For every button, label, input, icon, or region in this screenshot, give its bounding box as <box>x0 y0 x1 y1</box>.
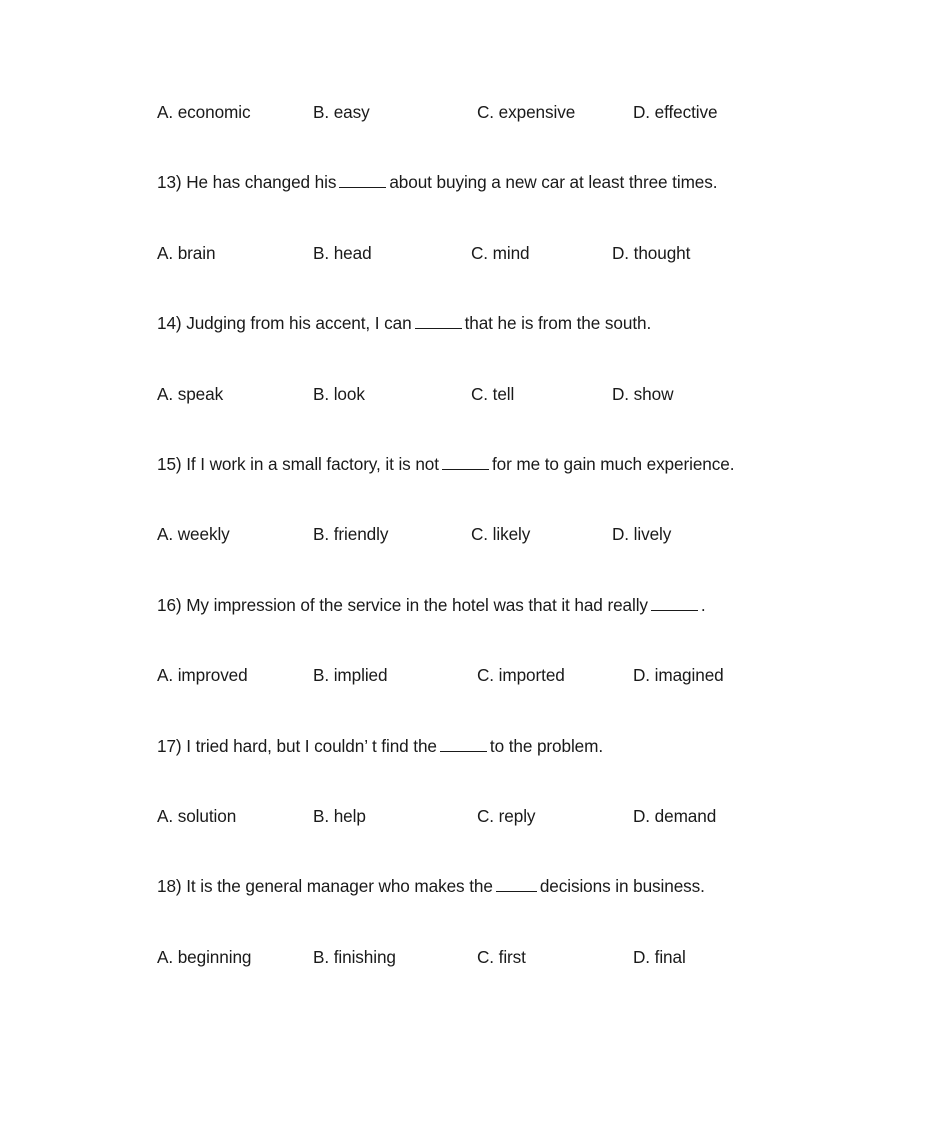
option-a[interactable]: A. improved <box>157 662 248 688</box>
question-16: 16) My impression of the service in the … <box>157 592 857 662</box>
option-d[interactable]: D. imagined <box>633 662 724 688</box>
question-text: 17) I tried hard, but I couldn’ t find t… <box>157 733 857 759</box>
answer-blank[interactable] <box>650 596 698 611</box>
question-13: 13) He has changed his about buying a new… <box>157 169 857 239</box>
question-stem-before: 18) It is the general manager who makes … <box>157 876 493 897</box>
option-a[interactable]: A. economic <box>157 99 251 125</box>
option-b[interactable]: B. easy <box>313 99 370 125</box>
question-stem-after: . <box>700 594 706 615</box>
question-stem-before: 17) I tried hard, but I couldn’ t find t… <box>157 735 437 756</box>
option-b[interactable]: B. head <box>313 240 372 266</box>
question-stem-before: 14) Judging from his accent, I can <box>157 313 412 334</box>
question-text: 16) My impression of the service in the … <box>157 592 857 618</box>
question-stem-before: 16) My impression of the service in the … <box>157 594 648 615</box>
option-group: A. improved B. implied C. imported D. imagi… <box>157 662 857 688</box>
answer-blank[interactable] <box>339 173 387 189</box>
option-b[interactable]: B. finishing <box>313 944 396 970</box>
question-14: 14) Judging from his accent, I can that h… <box>157 310 857 380</box>
option-c[interactable]: C. first <box>477 944 526 970</box>
question-stem-after: decisions in business. <box>539 876 705 897</box>
option-a[interactable]: A. beginning <box>157 944 251 970</box>
options-row-13: A. brain B. head C. mind D. thought <box>157 240 857 310</box>
option-group: A. brain B. head C. mind D. thought <box>157 240 857 266</box>
option-a[interactable]: A. weekly <box>157 521 230 547</box>
option-c[interactable]: C. mind <box>471 240 530 266</box>
answer-blank[interactable] <box>414 314 462 330</box>
option-d[interactable]: D. thought <box>612 240 690 266</box>
question-17: 17) I tried hard, but I couldn’ t find t… <box>157 733 857 803</box>
option-b[interactable]: B. look <box>313 381 365 407</box>
option-a[interactable]: A. speak <box>157 381 223 407</box>
option-group: A. weekly B. friendly C. likely D. lively <box>157 521 857 547</box>
answer-blank[interactable] <box>495 877 537 893</box>
options-row-16: A. improved B. implied C. imported D. imagi… <box>157 662 857 732</box>
option-group: A. economic B. easy C. expensive D. effecti… <box>157 99 857 125</box>
question-15: 15) If I work in a small factory, it is … <box>157 451 857 521</box>
question-stem-before: 13) He has changed his <box>157 172 337 193</box>
question-text: 15) If I work in a small factory, it is … <box>157 451 857 477</box>
option-c[interactable]: C. reply <box>477 803 536 829</box>
exam-content: A. economic B. easy C. expensive D. effecti… <box>157 99 857 1014</box>
answer-blank[interactable] <box>441 455 489 470</box>
option-d[interactable]: D. demand <box>633 803 716 829</box>
option-group: A. beginning B. finishing C. first D. final <box>157 944 857 970</box>
options-row-17: A. solution B. help C. reply D. demand <box>157 803 857 873</box>
option-group: A. speak B. look C. tell D. show <box>157 381 857 407</box>
options-row-14: A. speak B. look C. tell D. show <box>157 381 857 451</box>
option-b[interactable]: B. implied <box>313 662 388 688</box>
options-row-12: A. economic B. easy C. expensive D. effecti… <box>157 99 857 169</box>
option-c[interactable]: C. imported <box>477 662 565 688</box>
question-stem-after: for me to gain much experience. <box>491 453 735 474</box>
question-stem-before: 15) If I work in a small factory, it is … <box>157 453 439 474</box>
option-a[interactable]: A. brain <box>157 240 216 266</box>
option-b[interactable]: B. help <box>313 803 366 829</box>
option-group: A. solution B. help C. reply D. demand <box>157 803 857 829</box>
question-stem-after: to the problem. <box>489 735 604 756</box>
question-stem-after: about buying a new car at least three ti… <box>389 172 718 193</box>
option-a[interactable]: A. solution <box>157 803 236 829</box>
question-text: 18) It is the general manager who makes … <box>157 873 857 899</box>
option-c[interactable]: C. expensive <box>477 99 575 125</box>
option-c[interactable]: C. tell <box>471 381 514 407</box>
question-18: 18) It is the general manager who makes … <box>157 873 857 943</box>
option-d[interactable]: D. final <box>633 944 686 970</box>
option-b[interactable]: B. friendly <box>313 521 388 547</box>
question-text: 14) Judging from his accent, I can that h… <box>157 310 857 336</box>
option-d[interactable]: D. show <box>612 381 673 407</box>
option-c[interactable]: C. likely <box>471 521 530 547</box>
options-row-15: A. weekly B. friendly C. likely D. lively <box>157 521 857 591</box>
answer-blank[interactable] <box>439 737 487 752</box>
option-d[interactable]: D. lively <box>612 521 671 547</box>
option-d[interactable]: D. effective <box>633 99 718 125</box>
document-page: A. economic B. easy C. expensive D. effecti… <box>0 0 945 1123</box>
question-text: 13) He has changed his about buying a new… <box>157 169 857 195</box>
question-stem-after: that he is from the south. <box>464 313 652 334</box>
options-row-18: A. beginning B. finishing C. first D. final <box>157 944 857 1014</box>
